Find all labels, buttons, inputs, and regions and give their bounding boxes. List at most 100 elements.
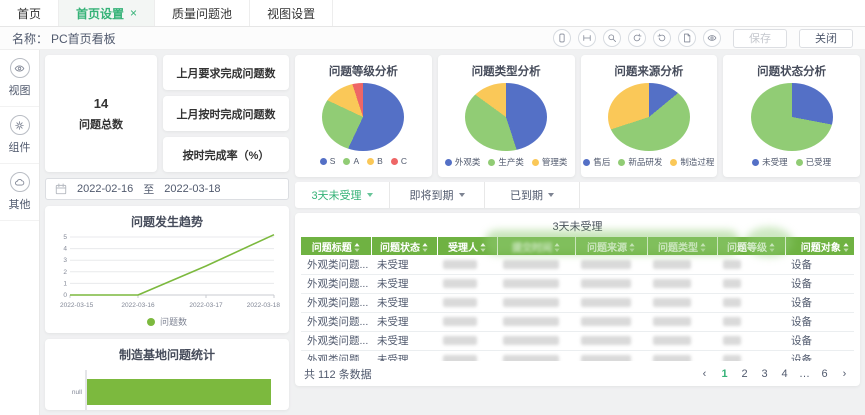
table-cell: 设备 [785, 312, 854, 331]
save-button[interactable]: 保存 [733, 29, 787, 48]
pie-level [322, 83, 404, 151]
table-cell [497, 331, 575, 350]
sidebar-item-other[interactable]: 其他 [0, 164, 39, 221]
stat-card-0[interactable]: 上月要求完成问题数 [163, 55, 289, 90]
legend-dot [147, 318, 155, 326]
column-header[interactable]: 问题类型 [647, 237, 717, 255]
total-issues-label: 问题总数 [79, 116, 123, 132]
table-row[interactable]: 外观类问题...未受理设备 [301, 293, 854, 312]
table-cell [647, 331, 717, 350]
legend-item[interactable]: 外观类 [445, 156, 481, 168]
legend-item[interactable]: B [367, 156, 383, 166]
sort-icon[interactable] [422, 243, 428, 252]
sidebar-item-views[interactable]: 视图 [0, 50, 39, 107]
column-header[interactable]: 问题对象 [785, 237, 854, 255]
pie-card-status[interactable]: 问题状态分析未受理已受理 [723, 55, 860, 177]
redacted-cell [581, 260, 631, 269]
pie-legend: 外观类生产类管理类 [440, 156, 573, 168]
tab-home[interactable]: 首页 [0, 0, 59, 26]
sort-icon[interactable] [700, 243, 706, 252]
sort-icon[interactable] [769, 243, 775, 252]
page-button-1[interactable]: 1 [718, 368, 731, 380]
sort-icon[interactable] [843, 243, 849, 252]
zoom-icon-button[interactable] [603, 29, 621, 47]
date-end: 2022-03-18 [164, 183, 220, 195]
mobile-icon-button[interactable] [553, 29, 571, 47]
page-button-3[interactable]: 3 [758, 368, 771, 380]
close-button[interactable]: 关闭 [799, 29, 853, 48]
column-header[interactable]: 问题状态 [371, 237, 437, 255]
tab-quality-pool[interactable]: 质量问题池 [155, 0, 250, 26]
gear-icon [10, 115, 30, 135]
refresh-icon-button[interactable] [628, 29, 646, 47]
table-row[interactable]: 外观类问题...未受理设备 [301, 274, 854, 293]
trend-chart-card[interactable]: 问题发生趋势 0123452022-03-152022-03-162022-03… [45, 206, 289, 333]
legend-item[interactable]: 管理类 [532, 156, 568, 168]
file-icon-button[interactable] [678, 29, 696, 47]
legend-item[interactable]: S [320, 156, 336, 166]
table-tab-overdue[interactable]: 已到期 [485, 182, 580, 208]
cloud-icon [14, 177, 25, 188]
tab-label: 质量问题池 [172, 5, 232, 22]
total-issues-card[interactable]: 14 问题总数 [45, 55, 157, 172]
legend-item[interactable]: 生产类 [488, 156, 524, 168]
svg-text:2022-03-18: 2022-03-18 [247, 302, 281, 309]
redacted-cell [503, 355, 559, 361]
pie-card-type[interactable]: 问题类型分析外观类生产类管理类 [438, 55, 575, 177]
column-header[interactable]: 问题标题 [301, 237, 371, 255]
pie-legend: SABC [297, 156, 430, 166]
stat-cards-row: 14 问题总数 上月要求完成问题数上月按时完成问题数按时完成率（%） [45, 55, 289, 172]
sort-icon[interactable] [629, 243, 635, 252]
chevron-down-icon [548, 193, 554, 197]
table-cell [717, 350, 785, 361]
sort-icon[interactable] [480, 243, 486, 252]
ruler-icon-button[interactable] [578, 29, 596, 47]
stat-card-2[interactable]: 按时完成率（%） [163, 137, 289, 172]
legend-item[interactable]: 新品研发 [618, 156, 662, 168]
sort-icon[interactable] [354, 243, 360, 252]
page-button-2[interactable]: 2 [738, 368, 751, 380]
legend-item[interactable]: 售后 [583, 156, 610, 168]
table-row[interactable]: 外观类问题...未受理设备 [301, 312, 854, 331]
tab-view-settings[interactable]: 视图设置 [250, 0, 333, 26]
legend-item[interactable]: 制造过程 [670, 156, 714, 168]
next-page-button[interactable]: › [838, 368, 851, 380]
table-tab-due-soon[interactable]: 即将到期 [390, 182, 485, 208]
legend-item[interactable]: C [391, 156, 407, 166]
legend-dot [320, 158, 327, 165]
redacted-cell [723, 317, 741, 326]
close-tab-icon[interactable]: × [130, 6, 137, 20]
legend-dot [488, 159, 495, 166]
column-header[interactable]: 受理人 [437, 237, 497, 255]
date-range-picker[interactable]: 2022-02-16 至 2022-03-18 [45, 178, 289, 200]
legend-item[interactable]: 未受理 [752, 156, 788, 168]
page-button-4[interactable]: 4 [778, 368, 791, 380]
legend-item[interactable]: 已受理 [796, 156, 832, 168]
stat-card-1[interactable]: 上月按时完成问题数 [163, 96, 289, 131]
page-button-6[interactable]: 6 [818, 368, 831, 380]
prev-page-button[interactable]: ‹ [698, 368, 711, 380]
date-start: 2022-02-16 [77, 183, 133, 195]
tab-home-settings[interactable]: 首页设置× [59, 0, 155, 26]
table-tab-unaccepted-3days[interactable]: 3天未受理 [295, 182, 390, 208]
column-header[interactable]: 问题来源 [575, 237, 647, 255]
rotate-icon-button[interactable] [653, 29, 671, 47]
sort-icon[interactable] [554, 243, 560, 252]
eye-icon-button[interactable] [703, 29, 721, 47]
issues-table: 问题标题问题状态受理人提交时间问题来源问题类型问题等级问题对象外观类问题...未… [301, 237, 854, 361]
column-header-label: 问题状态 [380, 243, 420, 254]
column-header[interactable]: 问题等级 [717, 237, 785, 255]
table-cell [437, 350, 497, 361]
chevron-down-icon [459, 193, 465, 197]
pie-card-level[interactable]: 问题等级分析SABC [295, 55, 432, 177]
toolbar: 名称： PC首页看板 保存 关闭 [0, 27, 865, 50]
gear-icon [14, 120, 25, 131]
column-header[interactable]: 提交时间 [497, 237, 575, 255]
table-row[interactable]: 外观类问题...未受理设备 [301, 331, 854, 350]
pie-card-source[interactable]: 问题来源分析售后新品研发制造过程 [581, 55, 718, 177]
table-row[interactable]: 外观类问题...未受理设备 [301, 350, 854, 361]
base-chart-card[interactable]: 制造基地问题统计 02468null [45, 339, 289, 410]
legend-item[interactable]: A [343, 156, 359, 166]
sidebar-item-components[interactable]: 组件 [0, 107, 39, 164]
table-row[interactable]: 外观类问题...未受理设备 [301, 255, 854, 274]
